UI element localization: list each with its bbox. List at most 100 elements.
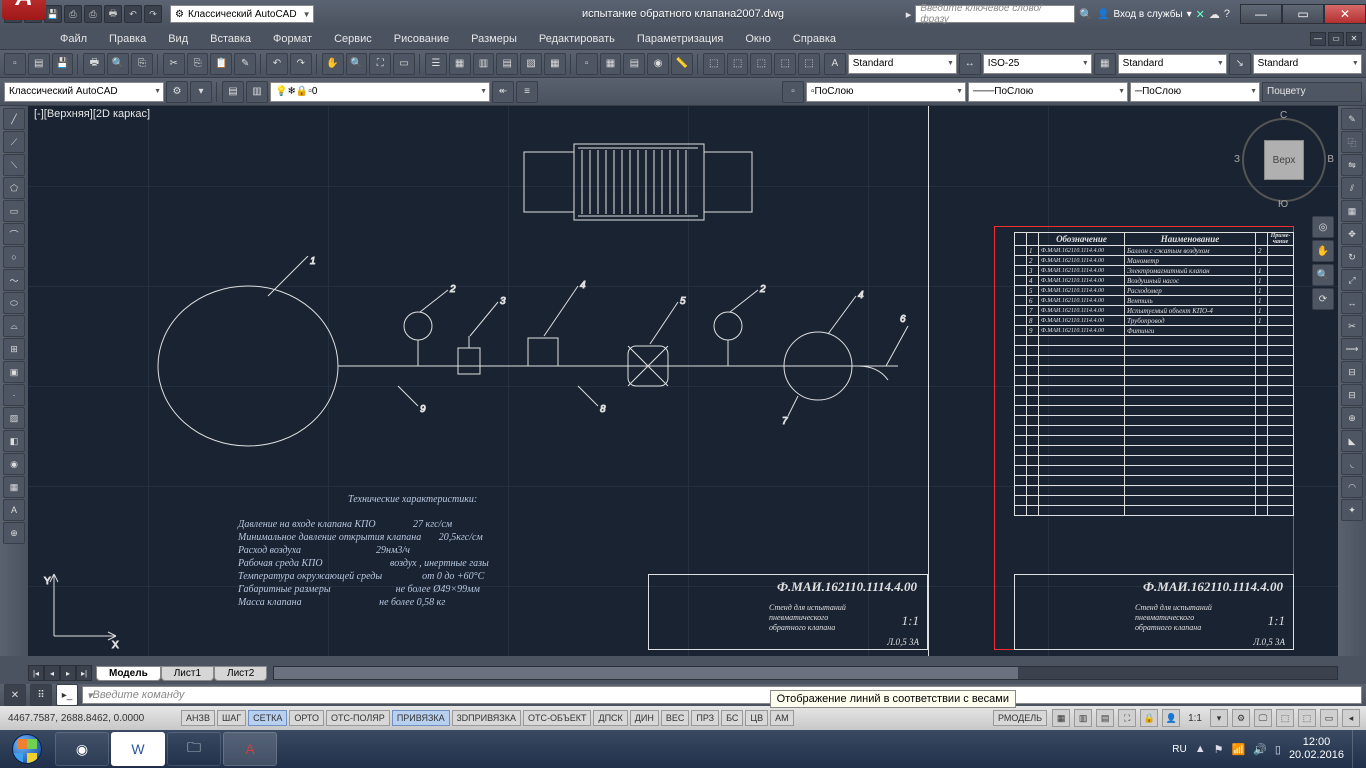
table-tb-icon[interactable]: ▤ (623, 53, 645, 75)
extend-icon[interactable]: ⟶ (1341, 338, 1363, 360)
match-icon[interactable]: ✎ (234, 53, 256, 75)
cmd-prompt-icon[interactable]: ▸_ (56, 684, 78, 706)
status-btn-сетка[interactable]: СЕТКА (248, 710, 287, 726)
mlead-style-icon[interactable]: ↘ (1229, 53, 1251, 75)
polygon-icon[interactable]: ⬠ (3, 177, 25, 199)
ren-icon[interactable]: ⬚ (703, 53, 725, 75)
hatch-icon[interactable]: ▦ (600, 53, 622, 75)
linetype-select[interactable]: ─── ПоСлою (968, 82, 1128, 102)
addsel-icon[interactable]: ⊕ (3, 522, 25, 544)
status-clean-icon[interactable]: ▭ (1320, 709, 1338, 727)
status-btn-отс-объект[interactable]: ОТС-ОБЪЕКТ (523, 710, 591, 726)
show-desktop-button[interactable] (1352, 730, 1360, 768)
rotate-icon[interactable]: ↻ (1341, 246, 1363, 268)
publish-icon[interactable]: ⎘ (131, 53, 153, 75)
status-btn-ам[interactable]: АМ (770, 710, 794, 726)
prop-icon[interactable]: ☰ (425, 53, 447, 75)
title-arrow-icon[interactable]: ▸ (906, 8, 912, 21)
status-annoscale-icon[interactable]: ▾ (1210, 709, 1228, 727)
status-layout-icon[interactable]: ▤ (1096, 709, 1114, 727)
layer-state-icon[interactable]: ▥ (246, 81, 268, 103)
array-icon[interactable]: ▦ (1341, 200, 1363, 222)
make-block-icon[interactable]: ▣ (3, 361, 25, 383)
tab-next-icon[interactable]: ▸ (60, 665, 76, 681)
tray-bat-icon[interactable]: ▯ (1275, 743, 1281, 756)
status-tray-icon[interactable]: ◂ (1342, 709, 1360, 727)
menu-param[interactable]: Параметризация (627, 31, 733, 47)
mdi-min-button[interactable]: — (1310, 32, 1326, 46)
explode-icon[interactable]: ✦ (1341, 499, 1363, 521)
redo-icon[interactable]: ↷ (290, 53, 312, 75)
status-btn-дпск[interactable]: ДПСК (593, 710, 627, 726)
viewport-label[interactable]: [-][Верхняя][2D каркас] (34, 108, 150, 120)
fillet-icon[interactable]: ◟ (1341, 453, 1363, 475)
tool-pal-icon[interactable]: ▥ (473, 53, 495, 75)
cloud-icon[interactable]: ☁ (1209, 8, 1220, 21)
menu-help[interactable]: Справка (783, 31, 846, 47)
menu-file[interactable]: Файл (50, 31, 97, 47)
status-btn-дин[interactable]: ДИН (630, 710, 659, 726)
command-input[interactable]: ▾ Введите команду (82, 686, 1362, 704)
status-btn-3dпривязка[interactable]: 3DПРИВЯЗКА (452, 710, 521, 726)
more-icon[interactable]: ⬚ (750, 53, 772, 75)
dim-style-icon[interactable]: ↔ (959, 53, 981, 75)
trim-icon[interactable]: ✂ (1341, 315, 1363, 337)
minimize-button[interactable]: — (1240, 4, 1282, 24)
menu-modify[interactable]: Редактировать (529, 31, 625, 47)
vis-icon[interactable]: ⬚ (727, 53, 749, 75)
blend-icon[interactable]: ◠ (1341, 476, 1363, 498)
color-select[interactable]: ▫ ПоСлою (806, 82, 966, 102)
layer-man-icon[interactable]: ▤ (222, 81, 244, 103)
nav-wheel-icon[interactable]: ◎ (1312, 216, 1334, 238)
menu-view[interactable]: Вид (158, 31, 198, 47)
markup-icon[interactable]: ▧ (520, 53, 542, 75)
qat-saveas-icon[interactable]: ⎙ (64, 5, 82, 23)
text-style-select[interactable]: Standard (848, 54, 957, 74)
tab-model[interactable]: Модель (96, 666, 161, 681)
hscroll[interactable] (273, 666, 1338, 680)
gradient-icon[interactable]: ◧ (3, 430, 25, 452)
task-autocad[interactable]: A (223, 732, 277, 766)
preview-icon[interactable]: 🔍 (107, 53, 129, 75)
tray-flag-icon[interactable]: ▲ (1195, 743, 1206, 755)
zoom-ext-icon[interactable]: ⛶ (369, 53, 391, 75)
scale-icon[interactable]: ⤢ (1341, 269, 1363, 291)
tray-clock[interactable]: 12:00 20.02.2016 (1289, 736, 1344, 762)
ell-arc-icon[interactable]: ⌓ (3, 315, 25, 337)
cut-icon[interactable]: ✂ (163, 53, 185, 75)
menu-draw[interactable]: Рисование (384, 31, 459, 47)
qat-print-icon[interactable]: 🖶 (104, 5, 122, 23)
status-btn-цв[interactable]: ЦВ (745, 710, 768, 726)
rect-icon[interactable]: ▭ (3, 200, 25, 222)
menu-tools[interactable]: Сервис (324, 31, 382, 47)
xline-icon[interactable]: ⟍ (3, 154, 25, 176)
nav-orbit-icon[interactable]: ⟳ (1312, 288, 1334, 310)
join-icon[interactable]: ⊕ (1341, 407, 1363, 429)
stretch-icon[interactable]: ↔ (1341, 292, 1363, 314)
sign-in-link[interactable]: 👤 Вход в службы ▾ (1097, 9, 1192, 20)
qat-save-icon[interactable]: 💾 (44, 5, 62, 23)
hatch2-icon[interactable]: ▨ (3, 407, 25, 429)
status-btn-прз[interactable]: ПРЗ (691, 710, 719, 726)
status-maximize-icon[interactable]: ⛶ (1118, 709, 1136, 727)
layer-select[interactable]: 💡❄🔒▫ 0 (270, 82, 490, 102)
ws-opt-icon[interactable]: ▾ (190, 81, 212, 103)
copy2-icon[interactable]: ⿻ (1341, 131, 1363, 153)
more3-icon[interactable]: ⬚ (798, 53, 820, 75)
status-person-icon[interactable]: 👤 (1162, 709, 1180, 727)
chamfer-icon[interactable]: ◣ (1341, 430, 1363, 452)
task-explorer[interactable]: 🗀 (167, 732, 221, 766)
mirror-icon[interactable]: ⇋ (1341, 154, 1363, 176)
tab-first-icon[interactable]: |◂ (28, 665, 44, 681)
open-icon[interactable]: ▤ (28, 53, 50, 75)
close-button[interactable]: ✕ (1324, 4, 1366, 24)
status-btn-шаг[interactable]: ШАГ (217, 710, 246, 726)
status-btn-привязка[interactable]: ПРИВЯЗКА (392, 710, 450, 726)
paste-icon[interactable]: 📋 (210, 53, 232, 75)
layer-prev-icon[interactable]: ↞ (492, 81, 514, 103)
help-icon[interactable]: ? (1224, 8, 1230, 20)
more2-icon[interactable]: ⬚ (774, 53, 796, 75)
nav-pan-icon[interactable]: ✋ (1312, 240, 1334, 262)
sheet-icon[interactable]: ▤ (496, 53, 518, 75)
text-style-icon[interactable]: A (824, 53, 846, 75)
